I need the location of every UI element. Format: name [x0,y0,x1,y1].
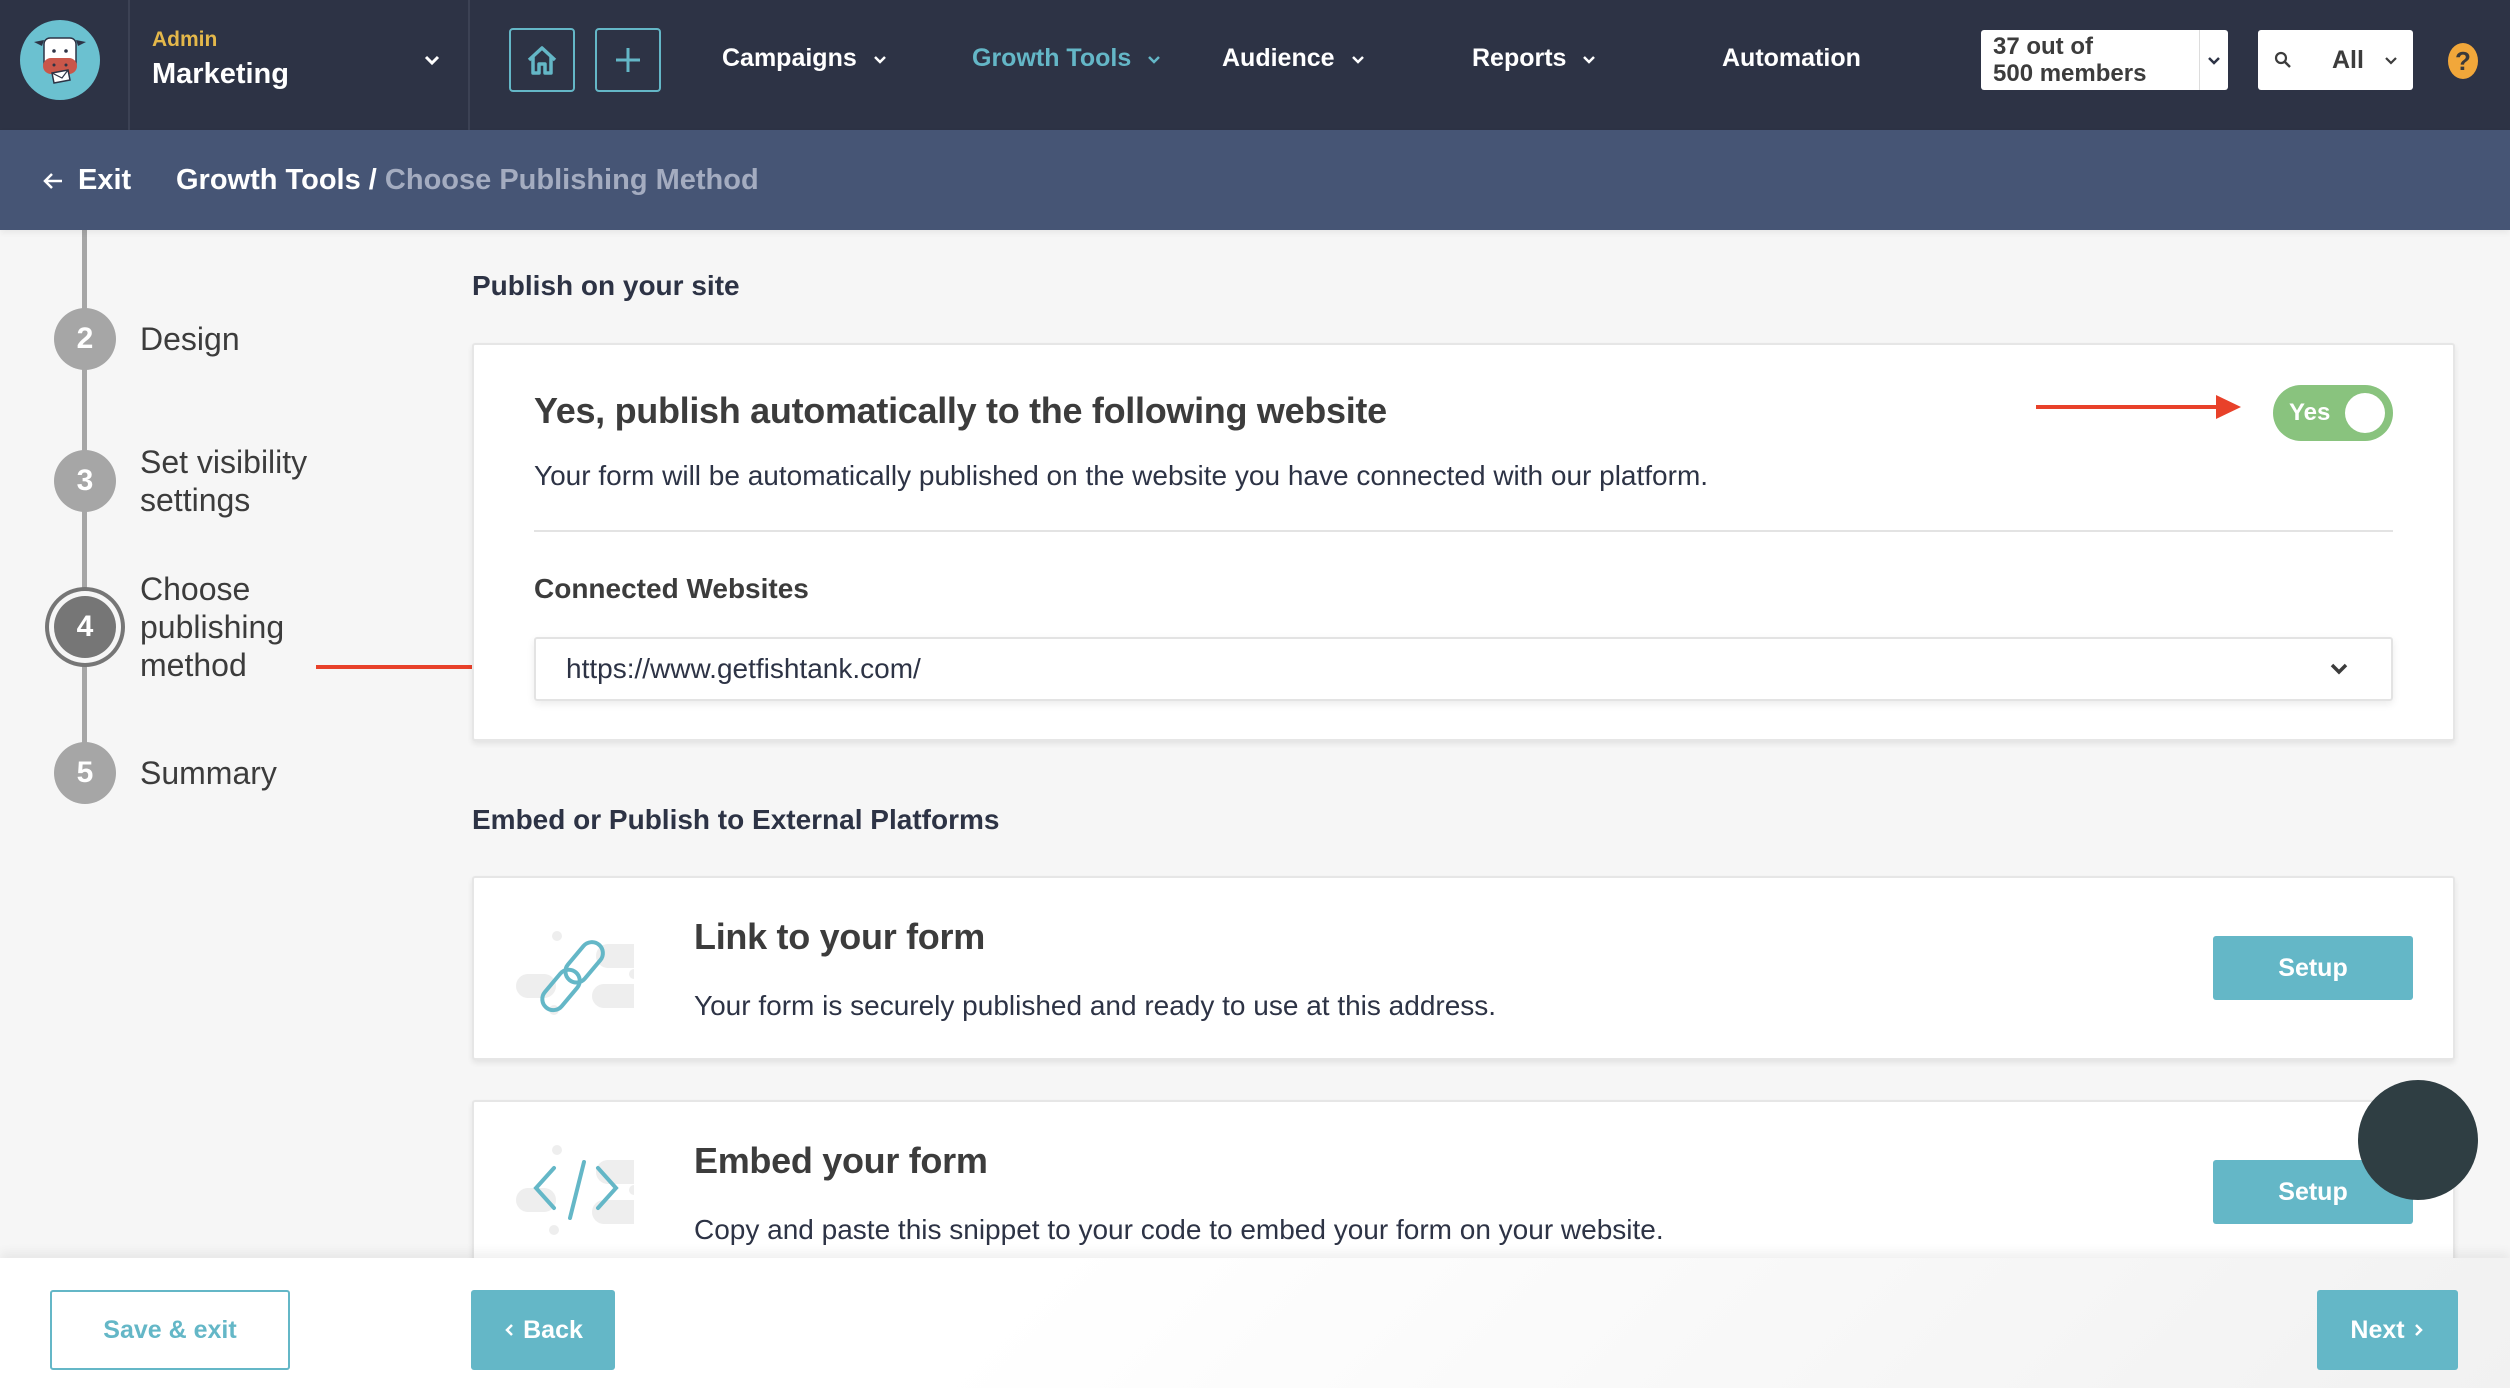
member-count-line1: 37 out of [1993,33,2093,60]
account-switcher[interactable]: Admin Marketing [130,0,470,130]
chevron-down-icon [2208,57,2220,65]
member-count: 37 out of 500 members [1981,30,2200,90]
nav-campaigns-label: Campaigns [722,44,857,72]
cow-logo-icon [20,20,100,100]
exit-label: Exit [78,164,132,196]
nav-growth-tools-label: Growth Tools [972,44,1132,72]
back-button[interactable]: Back [471,1290,615,1370]
chevron-down-icon [2330,663,2348,675]
nav-audience[interactable]: Audience [1222,44,1367,73]
toggle-label: Yes [2289,399,2331,426]
breadcrumb-parent[interactable]: Growth Tools [176,164,361,196]
step-number: 5 [54,742,116,804]
auto-publish-description: Your form will be automatically publishe… [534,460,1709,491]
link-setup-button[interactable]: Setup [2213,936,2413,1000]
next-label: Next [2350,1315,2405,1344]
nav-audience-label: Audience [1222,44,1335,72]
chevron-down-icon [1351,55,1364,64]
exit-button[interactable]: Exit [42,164,131,197]
account-role: Admin [152,28,218,51]
step-number: 4 [54,596,116,658]
step-design[interactable]: 2 Design [54,308,240,370]
step-publishing-method[interactable]: 4 Choose publishing method [54,571,284,683]
top-navigation: Admin Marketing Campaigns Growth Tools A… [0,0,2510,130]
wizard-footer: Save & exit Back Next [0,1258,2510,1388]
member-count-dropdown[interactable]: 37 out of 500 members [1981,30,2228,90]
external-section-heading: Embed or Publish to External Platforms [472,804,1000,835]
nav-growth-tools[interactable]: Growth Tools [972,44,1163,73]
account-name: Marketing [152,58,289,90]
plus-icon [616,48,640,72]
search-scope-dropdown[interactable]: All [2258,30,2413,90]
nav-campaigns[interactable]: Campaigns [722,44,889,73]
step-number: 2 [54,308,116,370]
step-label: Set visibility settings [140,444,308,518]
chevron-down-icon [2385,57,2397,65]
chevron-down-icon [1583,55,1596,64]
chevron-left-icon [505,1324,513,1336]
breadcrumb-separator: / [368,164,377,196]
chat-launcher-button[interactable] [2358,1080,2478,1200]
member-count-line2: 500 members [1993,60,2147,87]
nav-automation[interactable]: Automation [1722,44,1861,73]
breadcrumb-bar: Exit Growth Tools / Choose Publishing Me… [0,130,2510,230]
link-icon [516,931,634,1015]
search-icon [2274,51,2291,68]
link-form-card: Link to your form Your form is securely … [472,876,2455,1060]
step-label: Summary [140,755,277,791]
next-button[interactable]: Next [2317,1290,2458,1370]
card-title: Link to your form [694,916,985,957]
member-dropdown-toggle[interactable] [2200,30,2228,90]
code-icon [516,1145,634,1235]
card-description: Your form is securely published and read… [694,990,1497,1021]
chevron-right-icon [2414,1324,2423,1336]
chevron-down-icon [424,55,440,66]
card-description: Copy and paste this snippet to your code… [694,1214,1664,1245]
breadcrumb-current: Choose Publishing Method [384,164,759,196]
home-icon [527,46,557,75]
save-exit-button[interactable]: Save & exit [50,1290,290,1370]
step-summary[interactable]: 5 Summary [54,742,277,804]
divider [534,530,2393,532]
nav-automation-label: Automation [1722,44,1861,72]
home-button[interactable] [509,28,575,92]
toggle-knob [2345,393,2385,433]
logo-container[interactable] [0,0,130,130]
arrow-left-icon [43,172,62,189]
nav-reports[interactable]: Reports [1472,44,1598,73]
step-number: 3 [54,450,116,512]
annotation-arrow-icon [2036,395,2241,419]
connected-websites-label: Connected Websites [534,573,809,604]
connected-website-value: https://www.getfishtank.com/ [566,653,921,684]
publish-section-heading: Publish on your site [472,270,740,301]
wizard-steps: 2 Design 3 Set visibility settings 4 Cho… [0,230,450,1260]
search-scope-value: All [2332,45,2364,74]
nav-reports-label: Reports [1472,44,1567,72]
auto-publish-toggle[interactable]: Yes [2273,385,2393,441]
breadcrumb: Growth Tools / Choose Publishing Method [176,164,759,197]
auto-publish-title: Yes, publish automatically to the follow… [534,390,1387,431]
help-icon[interactable]: ? [2448,43,2478,79]
card-title: Embed your form [694,1140,988,1181]
step-label: Design [140,321,240,357]
back-label: Back [523,1315,583,1344]
connected-websites-select[interactable]: https://www.getfishtank.com/ [534,637,2393,701]
chevron-down-icon [1148,55,1161,64]
step-visibility[interactable]: 3 Set visibility settings [54,444,307,518]
create-button[interactable] [595,28,661,92]
chevron-down-icon [873,55,886,64]
